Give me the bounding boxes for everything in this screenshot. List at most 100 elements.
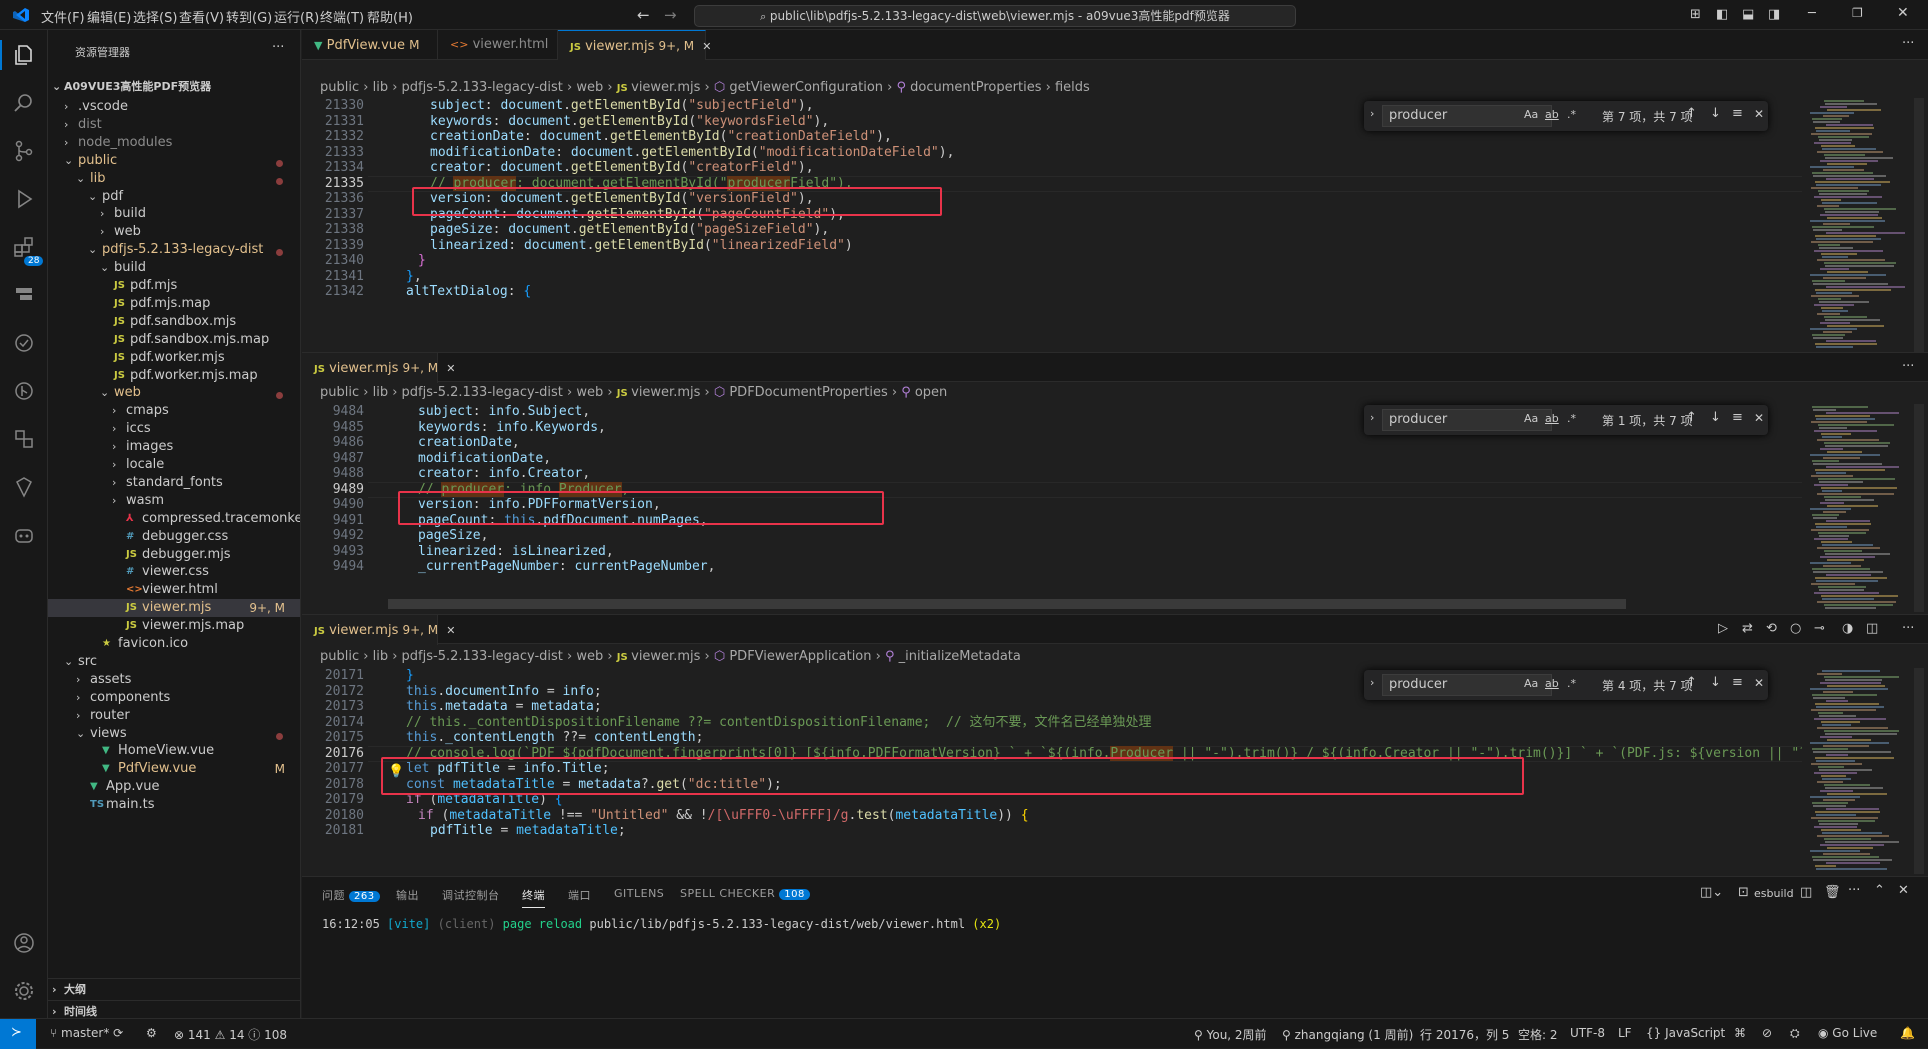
panel-tab-output[interactable]: 输出 [396, 887, 419, 903]
panel-more-icon[interactable]: ··· [1848, 883, 1860, 898]
editor1-minimap[interactable] [1804, 98, 1924, 352]
tab-close-icon[interactable]: ✕ [702, 40, 711, 53]
toggle-replace-icon[interactable]: › [1370, 676, 1374, 689]
previous-match-icon[interactable]: ↑ [1686, 106, 1697, 121]
close-window-icon[interactable]: ✕ [1897, 5, 1909, 21]
vertical-scrollbar[interactable] [1914, 98, 1924, 352]
tree-item-node-modules[interactable]: › node_modules [48, 134, 300, 152]
breadcrumb-item[interactable]: fields [1055, 80, 1090, 95]
tree-item-pdfjs-5-2-133-legacy-dist[interactable]: ⌄ pdfjs-5.2.133-legacy-dist [48, 241, 300, 259]
minimize-icon[interactable]: ─ [1808, 6, 1816, 21]
tree-item-debugger-css[interactable]: # debugger.css [48, 528, 300, 546]
breadcrumb-item[interactable]: viewer.mjs [631, 385, 700, 400]
editor2-horizontal-scrollbar[interactable] [388, 599, 1626, 609]
breadcrumb-item[interactable]: documentProperties [910, 80, 1041, 95]
breadcrumb-item[interactable]: viewer.mjs [631, 649, 700, 664]
tree-item-pdf[interactable]: ⌄ pdf [48, 188, 300, 206]
timeline-section[interactable]: › 时间线 [48, 1000, 300, 1018]
whole-word-icon[interactable]: ab [1545, 677, 1559, 690]
breadcrumb-item[interactable]: lib [373, 385, 388, 400]
sidebar-more-icon[interactable]: ··· [272, 40, 284, 55]
breadcrumb-item[interactable]: PDFViewerApplication [729, 649, 871, 664]
menu-go[interactable]: 转到(G) [226, 7, 272, 26]
find-in-selection-icon[interactable]: ≡ [1732, 675, 1743, 690]
extension-status-icon[interactable]: ⛭ [1790, 1026, 1800, 1041]
blame-status[interactable]: ⚲ You, 2周前 [1194, 1026, 1267, 1043]
tree-item-dist[interactable]: › dist [48, 116, 300, 134]
panel-tab-debug-console[interactable]: 调试控制台 [442, 887, 500, 903]
branch-status[interactable]: ⑂ master* ⟳ [50, 1026, 123, 1040]
kill-terminal-icon[interactable]: 🗑 [1824, 885, 1841, 900]
tree-item-pdf-sandbox-mjs-map[interactable]: JS pdf.sandbox.mjs.map [48, 331, 300, 349]
run-debug-icon[interactable] [11, 186, 37, 212]
regex-icon[interactable]: .* [1567, 677, 1576, 690]
notifications-icon[interactable]: 🔔 [1900, 1026, 1915, 1040]
gitlens-icon[interactable] [11, 378, 37, 404]
panel-tab-gitlens[interactable]: GITLENS [614, 887, 664, 900]
tree-item-standard-fonts[interactable]: › standard_fonts [48, 474, 300, 492]
tree-item-components[interactable]: › components [48, 689, 300, 707]
vertical-scrollbar[interactable] [1914, 668, 1924, 874]
menu-file[interactable]: 文件(F) [41, 7, 85, 26]
toggle-sidebar-icon[interactable]: ◧ [1716, 7, 1728, 22]
tree-item-viewer-html[interactable]: <> viewer.html [48, 581, 300, 599]
indentation[interactable]: 空格: 2 [1518, 1026, 1558, 1043]
search-icon[interactable] [11, 90, 37, 116]
whole-word-icon[interactable]: ab [1545, 108, 1559, 121]
close-find-icon[interactable]: ✕ [1754, 411, 1764, 425]
regex-icon[interactable]: .* [1567, 108, 1576, 121]
editor-more-icon[interactable]: ··· [1902, 359, 1914, 374]
tree-item-src[interactable]: ⌄ src [48, 653, 300, 671]
menu-selection[interactable]: 选择(S) [133, 7, 177, 26]
restore-icon[interactable]: ❐ [1852, 6, 1863, 20]
tab-viewer-mjs[interactable]: JS viewer.mjs 9+, M ✕ [558, 30, 712, 60]
toggle-replace-icon[interactable]: › [1370, 107, 1374, 120]
copilot-icon[interactable] [11, 522, 37, 548]
panel-tab-ports[interactable]: 端口 [568, 887, 591, 903]
tab-close-icon[interactable]: ✕ [446, 362, 455, 375]
tree-item-pdf-mjs-map[interactable]: JS pdf.mjs.map [48, 295, 300, 313]
tree-item-lib[interactable]: ⌄ lib [48, 170, 300, 188]
back-arrow-icon[interactable]: ← [637, 6, 650, 24]
breadcrumb-item[interactable]: public [320, 385, 359, 400]
menu-terminal[interactable]: 终端(T) [320, 7, 364, 26]
breadcrumb-item[interactable]: PDFDocumentProperties [729, 385, 887, 400]
editor1-code[interactable]: 21330 subject: document.getElementById("s… [302, 98, 1802, 352]
close-find-icon[interactable]: ✕ [1754, 107, 1764, 121]
tree-item-views[interactable]: ⌄ views [48, 725, 300, 743]
tree-item-vscode[interactable]: › .vscode [48, 98, 300, 116]
no-copilot-icon[interactable]: ⊘ [1762, 1026, 1772, 1040]
tree-item-favicon-ico[interactable]: ★ favicon.ico [48, 635, 300, 653]
next-match-icon[interactable]: ↓ [1710, 410, 1721, 425]
code-line[interactable]: altTextDialog: { [406, 282, 531, 301]
settings-gear-icon[interactable] [11, 978, 37, 1004]
language-mode[interactable]: {} JavaScript [1646, 1026, 1725, 1040]
tree-item-pdf-worker-mjs-map[interactable]: JS pdf.worker.mjs.map [48, 367, 300, 385]
tree-item-viewer-css[interactable]: # viewer.css [48, 563, 300, 581]
next-match-icon[interactable]: ↓ [1710, 675, 1721, 690]
split-editor-icon[interactable]: ◫ [1866, 621, 1878, 636]
previous-change-icon[interactable]: ○ [1790, 621, 1801, 636]
toggle-secondary-sidebar-icon[interactable]: ◨ [1768, 7, 1780, 22]
tree-item-web[interactable]: › web [48, 223, 300, 241]
tree-item-web[interactable]: ⌄ web [48, 384, 300, 402]
vertical-scrollbar[interactable] [1914, 404, 1924, 612]
tree-item-assets[interactable]: › assets [48, 671, 300, 689]
encoding[interactable]: UTF-8 [1570, 1026, 1605, 1040]
breadcrumb-item[interactable]: lib [373, 649, 388, 664]
gitlens-blame-icon[interactable]: ◑ [1842, 621, 1853, 636]
breadcrumb-item[interactable]: web [576, 385, 603, 400]
tree-item-build[interactable]: › build [48, 205, 300, 223]
testing-icon[interactable] [11, 330, 37, 356]
tree-item-app-vue[interactable]: ▼ App.vue [48, 778, 300, 796]
tree-item-pdf-mjs[interactable]: JS pdf.mjs [48, 277, 300, 295]
golive-status[interactable]: ◉ Go Live [1818, 1026, 1877, 1040]
editor2-minimap[interactable] [1804, 404, 1924, 612]
breadcrumb-item[interactable]: public [320, 649, 359, 664]
tree-item-cmaps[interactable]: › cmaps [48, 402, 300, 420]
tree-item-viewer-mjs[interactable]: JS viewer.mjs 9+, M [48, 599, 300, 618]
tree-item-compressed-tracemonkey-pld[interactable]: ⅄ compressed.tracemonkey-pld... [48, 510, 300, 528]
lightbulb-icon[interactable]: 💡 [388, 764, 404, 779]
split-terminal-icon[interactable]: ◫ [1800, 885, 1812, 900]
breadcrumb-item[interactable]: pdfjs-5.2.133-legacy-dist [402, 80, 563, 95]
